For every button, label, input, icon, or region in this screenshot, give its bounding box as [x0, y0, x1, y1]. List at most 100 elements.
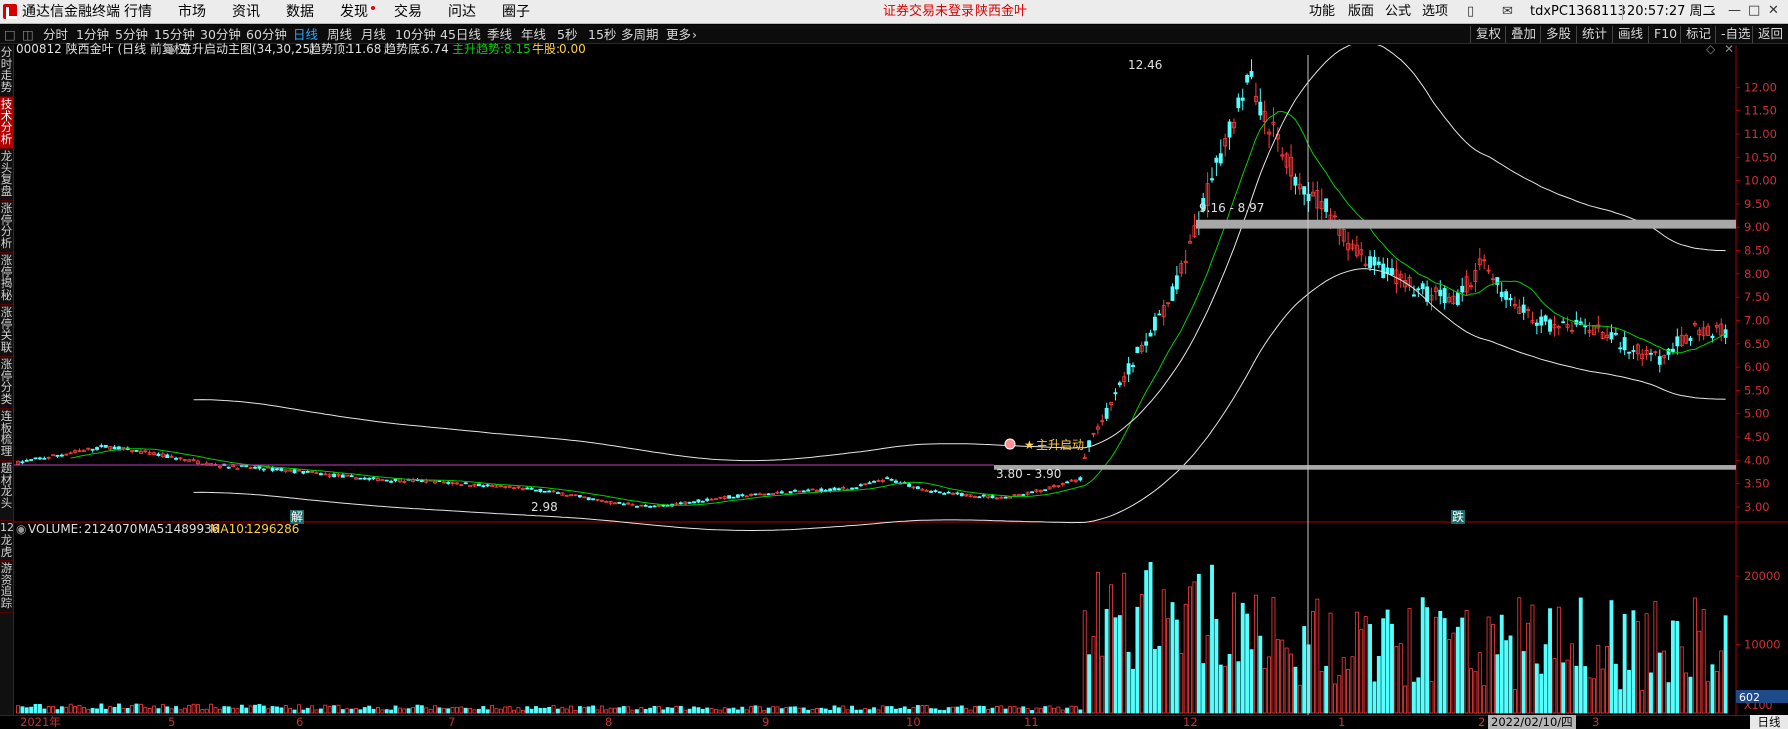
trade-login-notice[interactable]: 证券交易未登录 [883, 4, 974, 20]
candle-body [1534, 322, 1539, 326]
btn-f10[interactable]: F10 [1648, 26, 1682, 43]
candle-body [253, 466, 257, 469]
volume-bar [450, 706, 455, 714]
layout-icon[interactable]: □ [4, 27, 16, 42]
chart-canvas[interactable]: 12.00 11.50 11.00 10.50 10.00 9.50 9.00 8.50 8.0… [14, 45, 1788, 715]
btn-draw[interactable]: 画线 [1612, 26, 1648, 43]
volume-bar [498, 708, 503, 714]
period-multi[interactable]: 多周期 [621, 27, 659, 42]
volume-bar [380, 709, 385, 714]
tab-intraday[interactable]: 分时走势 [0, 45, 13, 97]
volume-bar [1056, 706, 1061, 714]
menu-market[interactable]: 市场 [178, 4, 206, 20]
period-5min[interactable]: 5分钟 [115, 27, 148, 42]
volume-bar [314, 709, 319, 714]
period-quarterly[interactable]: 季线 [487, 27, 512, 42]
period-15min[interactable]: 15分钟 [154, 27, 195, 42]
volume-bar [885, 706, 890, 714]
candle-body [648, 506, 653, 508]
volume-bar [656, 706, 661, 714]
volume-bar [1684, 672, 1689, 714]
menu-news[interactable]: 资讯 [232, 4, 260, 20]
menu-function[interactable]: 功能 [1309, 4, 1335, 20]
candle-body [832, 487, 837, 491]
menu-circle[interactable]: 圈子 [502, 4, 530, 20]
user-id[interactable]: tdxPC1368113 [1530, 4, 1626, 20]
btn-back[interactable]: 返回 [1752, 26, 1788, 43]
tab-limitup-analysis[interactable]: 涨停分析 [0, 201, 13, 253]
period-1min[interactable]: 1分钟 [76, 27, 109, 42]
tab-theme-leader[interactable]: 题材龙头 [0, 461, 13, 521]
chevron-right-icon[interactable]: › [692, 27, 697, 42]
tab-limitup-category[interactable]: 涨停分类 [0, 357, 13, 409]
mail-icon[interactable]: ✉ [1502, 4, 1513, 19]
diamond-icon[interactable]: ◇ [1706, 42, 1715, 56]
volume-bar [156, 708, 161, 714]
volume-bar [1183, 603, 1188, 714]
volume-bar [305, 707, 310, 714]
period-weekly[interactable]: 周线 [327, 27, 352, 42]
chevron-circle-icon[interactable]: ◉ [166, 42, 176, 56]
menu-ask[interactable]: 问达 [448, 4, 476, 20]
tab-limitup-secret[interactable]: 涨停揭秘 [0, 253, 13, 305]
kline-chart[interactable]: 12.00 11.50 11.00 10.50 10.00 9.50 9.00 8.50 8.0… [0, 42, 1788, 715]
volume-bar [525, 706, 530, 714]
minimize-icon[interactable]: — [1728, 3, 1741, 18]
menu-data[interactable]: 数据 [286, 4, 314, 20]
volume-bar [744, 709, 749, 714]
close-panel-icon[interactable]: ✕ [1724, 42, 1734, 56]
period-15sec[interactable]: 15秒 [588, 27, 616, 42]
period-yearly[interactable]: 年线 [521, 27, 546, 42]
volume-bar [573, 709, 578, 714]
btn-overlay[interactable]: 叠加 [1505, 26, 1541, 43]
btn-stats[interactable]: 统计 [1576, 26, 1612, 43]
period-5sec[interactable]: 5秒 [557, 27, 577, 42]
period-more[interactable]: 更多 [666, 27, 691, 42]
period-45day[interactable]: 45日线 [440, 27, 481, 42]
tab-leader-review[interactable]: 龙头复盘 [0, 149, 13, 201]
menu-trade[interactable]: 交易 [394, 4, 422, 20]
tab-hot-money[interactable]: 游资追踪 [0, 561, 13, 613]
candle-body [907, 483, 912, 487]
volume-bar [1512, 689, 1517, 714]
candle-body [261, 468, 266, 471]
period-daily[interactable]: 日线 [293, 27, 318, 42]
tab-limitup-related[interactable]: 涨停关联 [0, 305, 13, 357]
menu-options[interactable]: 选项 [1422, 4, 1448, 20]
close-icon[interactable]: ✕ [1768, 3, 1779, 18]
menu-layout[interactable]: 版面 [1348, 4, 1374, 20]
period-60min[interactable]: 60分钟 [246, 27, 287, 42]
btn-multi-stock[interactable]: 多股 [1540, 26, 1576, 43]
candle-body [542, 490, 547, 493]
volume-bar [1530, 604, 1535, 714]
menu-discover[interactable]: 发现 [340, 4, 368, 20]
candle-body [1368, 256, 1372, 268]
volume-bar [367, 705, 372, 714]
back-icon[interactable]: ‹ [1710, 2, 1716, 20]
tab-dragon-tiger[interactable]: 龙虎 [0, 533, 13, 561]
indicator-name[interactable]: 主升启动主图(34,30,25) [180, 42, 315, 56]
volume-bar [354, 708, 358, 714]
restore-icon[interactable]: □ [1748, 3, 1760, 18]
menu-formula[interactable]: 公式 [1385, 4, 1411, 20]
tab-consecutive[interactable]: 连板梳理 [0, 409, 13, 461]
volume-bar [389, 709, 394, 714]
period-30min[interactable]: 30分钟 [200, 27, 241, 42]
chevron-circle-icon[interactable]: ◉ [16, 522, 26, 536]
btn-remove-favorite[interactable]: -自选 [1715, 26, 1756, 43]
btn-mark[interactable]: 标记 [1680, 26, 1716, 43]
period-10min[interactable]: 10分钟 [395, 27, 436, 42]
menu-quotes[interactable]: 行情 [124, 4, 152, 20]
candle-body [937, 491, 942, 494]
btn-adjust[interactable]: 复权 [1470, 26, 1506, 43]
volume-bar [507, 706, 512, 714]
candle-body [384, 479, 389, 482]
tab-technical[interactable]: 技术分析 [0, 97, 13, 149]
phone-icon[interactable]: ▯ [1467, 4, 1474, 19]
panel-toggle-icon[interactable]: ◫ [22, 27, 34, 42]
period-indicator[interactable]: 日线 [1750, 715, 1788, 729]
period-monthly[interactable]: 月线 [361, 27, 386, 42]
volume-bar [1297, 684, 1302, 714]
period-intraday[interactable]: 分时 [43, 27, 68, 42]
candle-body [828, 488, 833, 492]
